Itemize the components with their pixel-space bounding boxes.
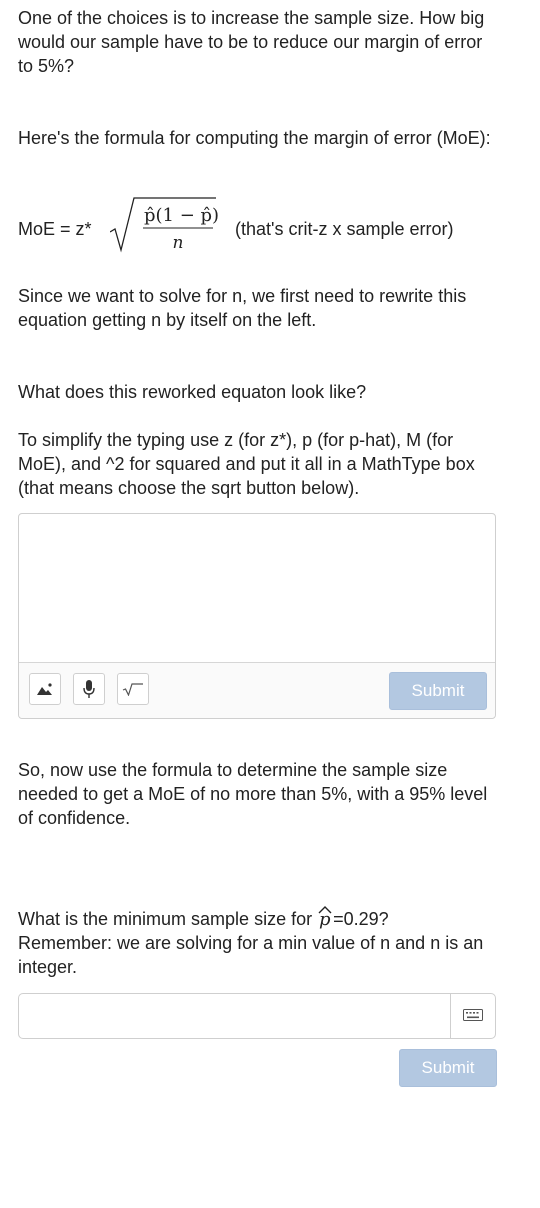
fraction-numerator: p̂(1 − p̂): [144, 205, 219, 226]
formula-lhs: MoE = z*: [18, 219, 92, 239]
sqrt-icon: [122, 683, 143, 696]
insert-image-button[interactable]: [29, 673, 61, 705]
answer-1-box: Submit: [18, 513, 496, 719]
answer-2-input[interactable]: [19, 994, 453, 1038]
sqrt-fraction: p̂(1 − p̂) n: [110, 197, 219, 253]
answer-2-input-box: [18, 993, 496, 1039]
part-2-text: So, now use the formula to determine the…: [18, 760, 488, 828]
image-icon: [37, 683, 52, 695]
answer-1-toolbar: Submit: [19, 662, 495, 718]
svg-text:p: p: [319, 909, 331, 930]
question-page: One of the choices is to increase the sa…: [0, 0, 540, 1208]
formula-note: (that's crit-z x sample error): [235, 219, 454, 239]
question-2-text: What is the minimum sample size for p =0.…: [18, 905, 498, 979]
formula-intro-text: Here's the formula for computing the mar…: [18, 128, 491, 148]
question-2-reminder: Remember: we are solving for a min value…: [18, 933, 484, 977]
question-2-value: =0.29?: [333, 909, 389, 929]
submit-button-2[interactable]: Submit: [399, 1049, 497, 1087]
fraction-denominator: n: [173, 233, 184, 253]
intro-text: One of the choices is to increase the sa…: [18, 8, 485, 76]
solve-instruction-text: Since we want to solve for n, we first n…: [18, 286, 467, 330]
question-1-text: What does this reworked equaton look lik…: [18, 382, 367, 402]
answer-1-textarea[interactable]: [19, 514, 495, 665]
p-hat-symbol: p: [318, 906, 332, 930]
moe-formula: MoE = z* p̂(1 − p̂) n (that's crit-z x s…: [18, 194, 518, 254]
keyboard-icon: [463, 1009, 483, 1021]
math-type-button[interactable]: [117, 673, 149, 705]
virtual-keyboard-button[interactable]: [450, 994, 495, 1038]
record-audio-button[interactable]: [73, 673, 105, 705]
typing-instructions-text: To simplify the typing use z (for z*), p…: [18, 430, 475, 498]
microphone-icon: [83, 680, 95, 698]
submit-button-1[interactable]: Submit: [389, 672, 487, 710]
question-2-lead: What is the minimum sample size for: [18, 909, 318, 929]
